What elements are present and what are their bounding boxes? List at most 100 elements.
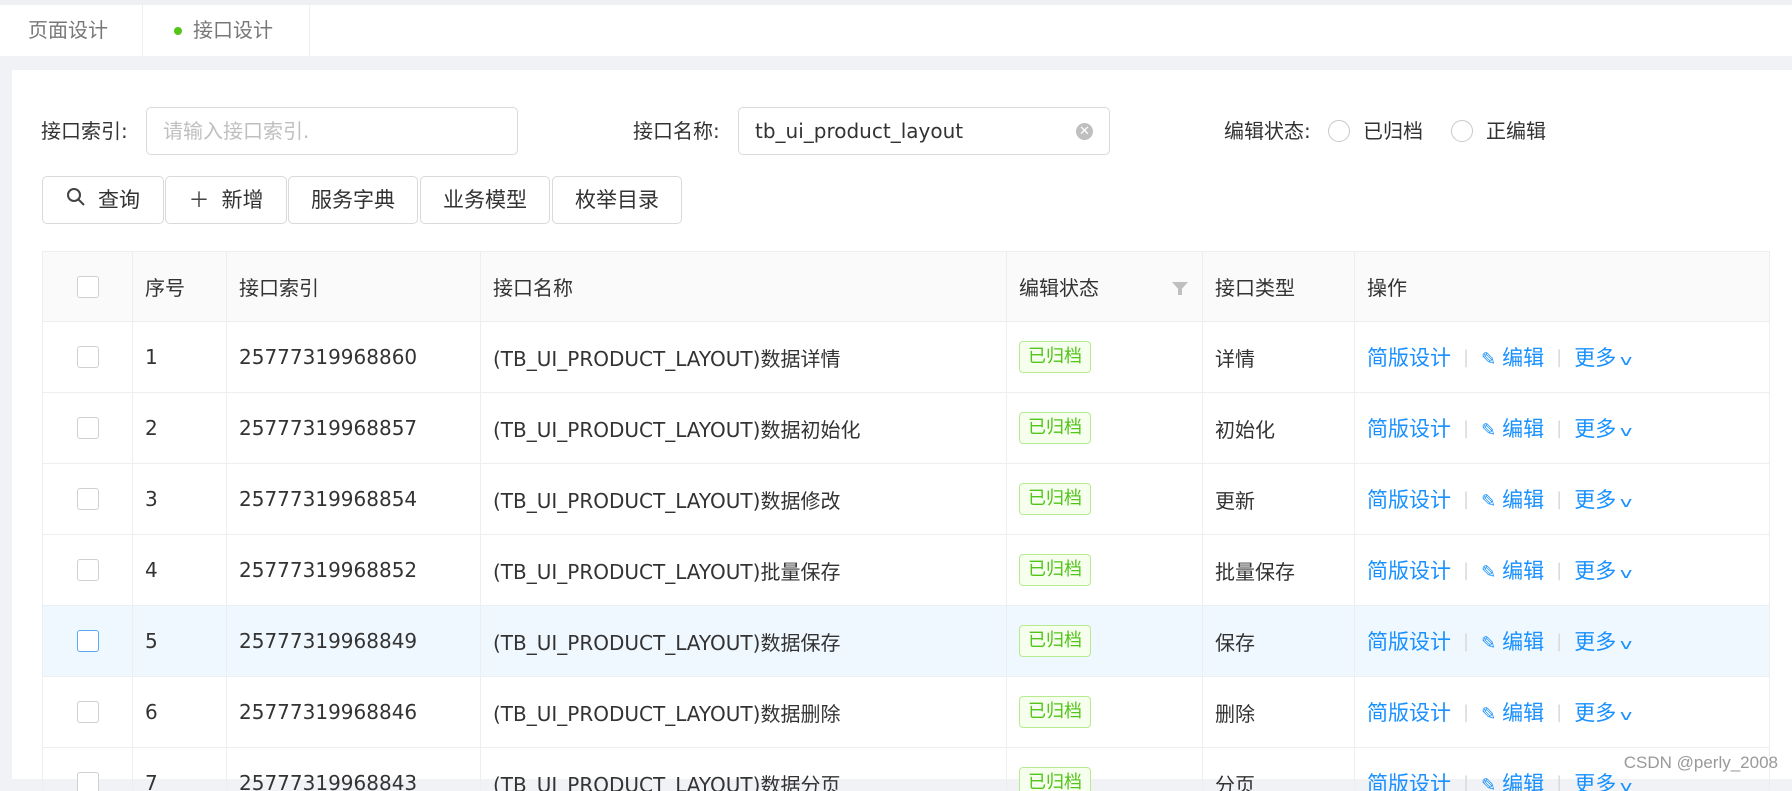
- index-search-input[interactable]: 请输入接口索引.: [146, 107, 518, 155]
- tab-label: 接口设计: [193, 18, 273, 42]
- row-checkbox[interactable]: [77, 772, 99, 791]
- row-no: 6: [133, 677, 227, 747]
- row-name: (TB_UI_PRODUCT_LAYOUT)数据分页: [481, 748, 1007, 791]
- status-badge: 已归档: [1019, 696, 1091, 728]
- design-link[interactable]: 简版设计: [1367, 413, 1451, 443]
- row-actions: 简版设计 | ✎编辑 | 更多v: [1355, 677, 1770, 747]
- row-name: (TB_UI_PRODUCT_LAYOUT)数据详情: [481, 322, 1007, 392]
- more-dropdown[interactable]: 更多v: [1574, 768, 1630, 791]
- row-type: 更新: [1203, 464, 1355, 534]
- table-row[interactable]: 5 25777319968849 (TB_UI_PRODUCT_LAYOUT)数…: [43, 606, 1770, 677]
- name-label: 接口名称:: [633, 116, 720, 146]
- edit-label: 编辑: [1502, 772, 1544, 791]
- row-type: 初始化: [1203, 393, 1355, 463]
- service-dict-button[interactable]: 服务字典: [288, 176, 418, 224]
- header-type: 接口类型: [1203, 252, 1355, 321]
- plus-icon: ＋: [189, 177, 210, 223]
- row-no: 5: [133, 606, 227, 676]
- row-checkbox-cell: [43, 322, 133, 392]
- row-no: 4: [133, 535, 227, 605]
- more-dropdown[interactable]: 更多v: [1574, 697, 1630, 727]
- add-button[interactable]: ＋ 新增: [165, 176, 287, 224]
- edit-link[interactable]: ✎编辑: [1481, 555, 1544, 585]
- row-checkbox[interactable]: [77, 346, 99, 368]
- top-tab-bar: 页面设计 接口设计: [0, 0, 1792, 56]
- clear-icon[interactable]: ✕: [1076, 123, 1093, 140]
- more-dropdown[interactable]: 更多v: [1574, 626, 1630, 656]
- row-index: 25777319968852: [227, 535, 481, 605]
- edit-label: 编辑: [1502, 701, 1544, 725]
- row-actions: 简版设计 | ✎编辑 | 更多v: [1355, 322, 1770, 392]
- table-row[interactable]: 6 25777319968846 (TB_UI_PRODUCT_LAYOUT)数…: [43, 677, 1770, 748]
- more-dropdown[interactable]: 更多v: [1574, 342, 1630, 372]
- chevron-down-icon: v: [1620, 708, 1632, 724]
- row-index: 25777319968849: [227, 606, 481, 676]
- more-label: 更多: [1574, 630, 1616, 654]
- status-badge: 已归档: [1019, 341, 1091, 373]
- more-dropdown[interactable]: 更多v: [1574, 413, 1630, 443]
- row-checkbox[interactable]: [77, 417, 99, 439]
- name-value: tb_ui_product_layout: [755, 119, 963, 143]
- table-row[interactable]: 7 25777319968843 (TB_UI_PRODUCT_LAYOUT)数…: [43, 748, 1770, 791]
- add-label: 新增: [222, 188, 264, 212]
- header-checkbox-cell: [43, 252, 133, 321]
- edit-link[interactable]: ✎ 编辑: [1481, 413, 1544, 443]
- business-model-button[interactable]: 业务模型: [420, 176, 550, 224]
- row-status-cell: 已归档: [1007, 464, 1203, 534]
- row-checkbox[interactable]: [77, 701, 99, 723]
- table-row[interactable]: 3 25777319968854 (TB_UI_PRODUCT_LAYOUT)数…: [43, 464, 1770, 535]
- design-link[interactable]: 简版设计: [1367, 768, 1451, 791]
- tab-interface-design[interactable]: 接口设计: [143, 5, 310, 56]
- edit-label: 编辑: [1502, 488, 1544, 512]
- row-name: (TB_UI_PRODUCT_LAYOUT)数据保存: [481, 606, 1007, 676]
- table-row[interactable]: 1 25777319968860 (TB_UI_PRODUCT_LAYOUT)数…: [43, 322, 1770, 393]
- design-link[interactable]: 简版设计: [1367, 342, 1451, 372]
- more-dropdown[interactable]: 更多v: [1574, 484, 1630, 514]
- row-actions: 简版设计 | ✎编辑 | 更多v: [1355, 464, 1770, 534]
- edit-icon: ✎: [1481, 420, 1496, 441]
- row-status-cell: 已归档: [1007, 322, 1203, 392]
- row-checkbox[interactable]: [77, 559, 99, 581]
- design-link[interactable]: 简版设计: [1367, 626, 1451, 656]
- radio-editing[interactable]: [1451, 120, 1473, 142]
- radio-archived[interactable]: [1328, 120, 1350, 142]
- row-index: 25777319968857: [227, 393, 481, 463]
- chevron-down-icon: v: [1620, 424, 1632, 440]
- divider: |: [1463, 773, 1469, 791]
- design-link[interactable]: 简版设计: [1367, 697, 1451, 727]
- edit-link[interactable]: ✎编辑: [1481, 342, 1544, 372]
- divider: |: [1463, 489, 1469, 510]
- row-name: (TB_UI_PRODUCT_LAYOUT)批量保存: [481, 535, 1007, 605]
- edit-link[interactable]: ✎编辑: [1481, 768, 1544, 791]
- design-link[interactable]: 简版设计: [1367, 555, 1451, 585]
- tab-page-design[interactable]: 页面设计: [0, 5, 143, 56]
- interface-table: 序号 接口索引 接口名称 编辑状态 接口类型 操作 1 257773199688…: [42, 251, 1770, 791]
- row-checkbox-cell: [43, 393, 133, 463]
- divider: |: [1556, 631, 1562, 652]
- table-row[interactable]: 4 25777319968852 (TB_UI_PRODUCT_LAYOUT)批…: [43, 535, 1770, 606]
- row-checkbox[interactable]: [77, 630, 99, 652]
- query-button[interactable]: 查询: [42, 176, 164, 224]
- edit-label: 编辑: [1502, 417, 1544, 441]
- more-label: 更多: [1574, 559, 1616, 583]
- select-all-checkbox[interactable]: [77, 276, 99, 298]
- edit-link[interactable]: ✎编辑: [1481, 626, 1544, 656]
- enum-catalog-button[interactable]: 枚举目录: [552, 176, 682, 224]
- edit-link[interactable]: ✎编辑: [1481, 697, 1544, 727]
- row-type: 批量保存: [1203, 535, 1355, 605]
- row-checkbox[interactable]: [77, 488, 99, 510]
- more-dropdown[interactable]: 更多v: [1574, 555, 1630, 585]
- row-checkbox-cell: [43, 464, 133, 534]
- table-row[interactable]: 2 25777319968857 (TB_UI_PRODUCT_LAYOUT)数…: [43, 393, 1770, 464]
- name-search-input[interactable]: tb_ui_product_layout ✕: [738, 107, 1110, 155]
- divider: |: [1463, 347, 1469, 368]
- row-type: 分页: [1203, 748, 1355, 791]
- status-label: 编辑状态:: [1224, 116, 1311, 146]
- row-no: 2: [133, 393, 227, 463]
- row-status-cell: 已归档: [1007, 748, 1203, 791]
- query-label: 查询: [98, 188, 140, 212]
- filter-icon[interactable]: [1172, 282, 1188, 291]
- design-link[interactable]: 简版设计: [1367, 484, 1451, 514]
- edit-link[interactable]: ✎编辑: [1481, 484, 1544, 514]
- row-status-cell: 已归档: [1007, 393, 1203, 463]
